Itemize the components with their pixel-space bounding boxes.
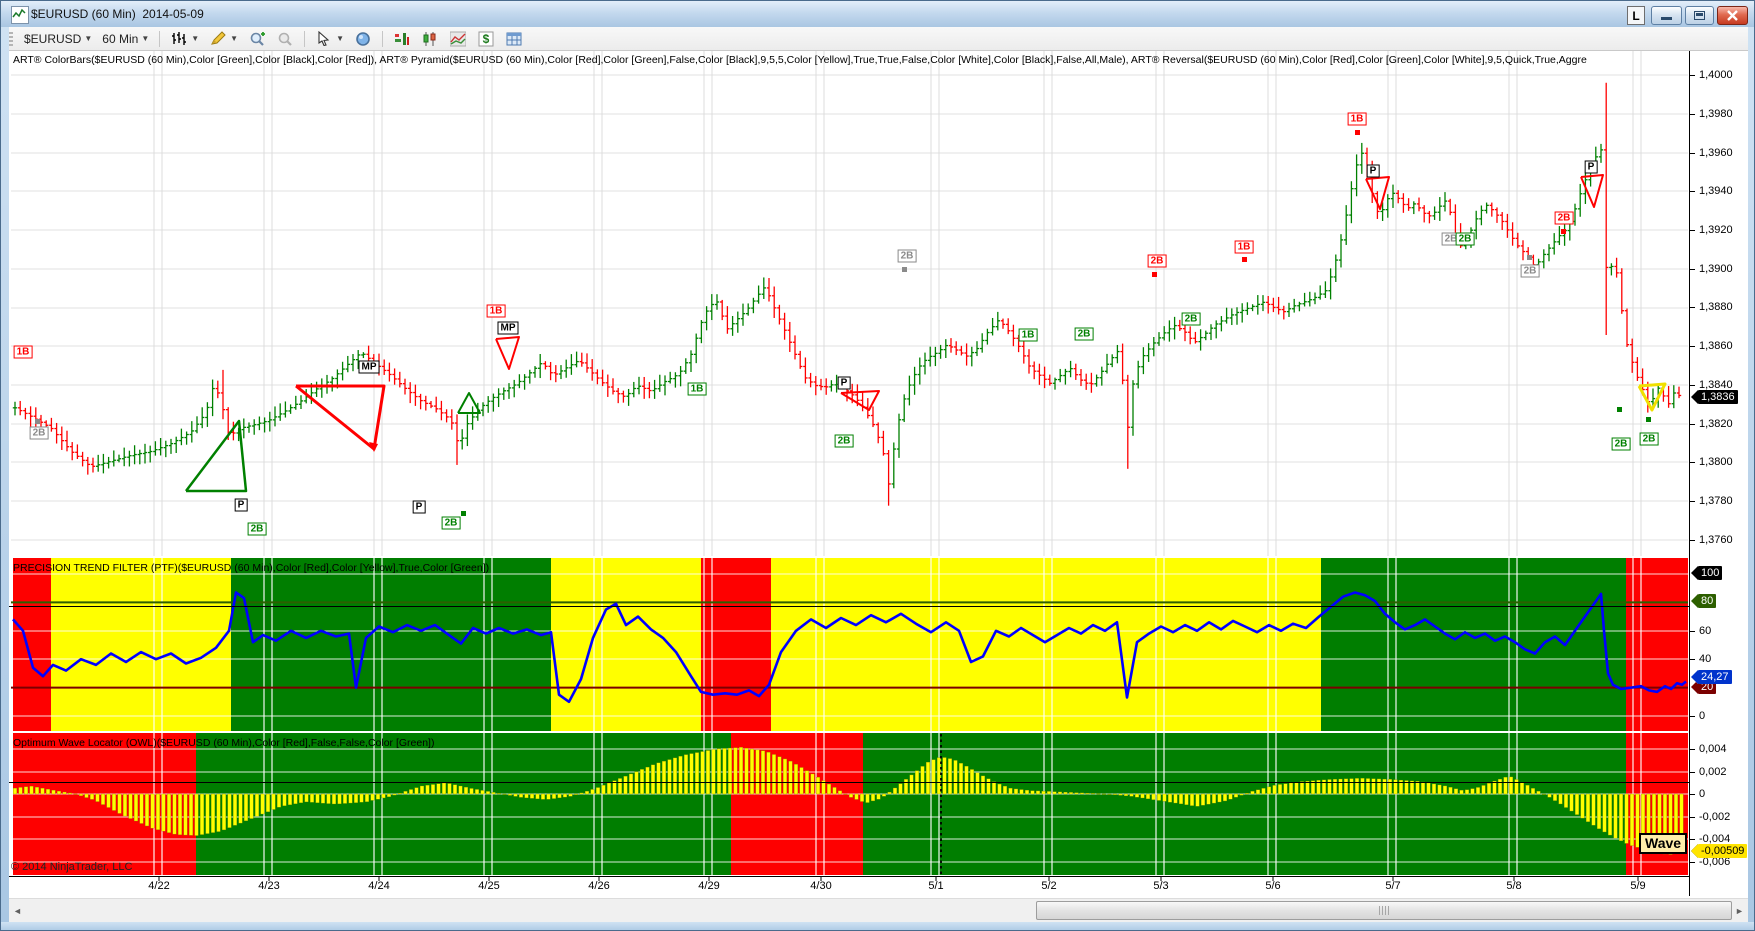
date-axis-label: 4/22 [148, 880, 169, 892]
date-axis-label: 5/7 [1385, 880, 1400, 892]
pencil-icon [209, 30, 227, 47]
owl-axis-label: 0 [1699, 788, 1705, 800]
price-axis-label: 1,3780 [1699, 495, 1733, 507]
price-axis-label: 1,3980 [1699, 108, 1733, 120]
owl-axis-label: -0,002 [1699, 811, 1730, 823]
ptf-level-tag: 80 [1698, 594, 1716, 608]
chevron-down-icon: ▼ [84, 34, 92, 43]
crosshair-button[interactable] [349, 28, 377, 49]
date-axis-label: 4/26 [588, 880, 609, 892]
price-axis-label: 1,3820 [1699, 418, 1733, 430]
chevron-down-icon: ▼ [230, 34, 238, 43]
toolbar-separator [382, 31, 383, 47]
last-price-tag: 1,3836 [1698, 390, 1738, 404]
window-title: $EURUSD (60 Min) 2014-05-09 [31, 7, 204, 21]
date-axis-label: 5/3 [1153, 880, 1168, 892]
wave-label: Wave [1639, 833, 1687, 854]
ptf-value-tag: 24,27 [1698, 670, 1732, 684]
indicators-button[interactable] [388, 28, 416, 49]
account-button[interactable]: $ [472, 28, 500, 49]
window-frame-right [1748, 27, 1755, 922]
magnifier-icon [354, 30, 372, 47]
date-axis-label: 5/2 [1041, 880, 1056, 892]
price-axis-label: 1,3940 [1699, 185, 1733, 197]
chart-area: 1B2BP2BMPP2B1BMP1BP2B2B1B2B2B2B1B1BP2B2B… [9, 51, 1748, 896]
zoom-in-icon [248, 30, 266, 47]
owl-axis-label: 0,004 [1699, 743, 1727, 755]
bar-style-icon [170, 30, 188, 47]
scrollbar-thumb[interactable] [1036, 901, 1732, 920]
date-axis-label: 5/8 [1506, 880, 1521, 892]
window-frame-bottom [1, 922, 1755, 931]
maximize-button[interactable] [1685, 6, 1714, 25]
minimize-button[interactable] [1651, 6, 1682, 25]
zoom-out-button[interactable] [271, 28, 299, 49]
date-axis-label: 5/1 [928, 880, 943, 892]
svg-text:$: $ [483, 32, 490, 46]
price-axis-label: 1,3900 [1699, 263, 1733, 275]
window-frame-left [1, 27, 9, 922]
dollar-icon: $ [477, 30, 495, 47]
interval-selector[interactable]: 60 Min▼ [97, 30, 154, 48]
price-axis[interactable]: 1,4000 1,3980 1,3960 1,3940 1,3920 1,3900 1,38… [1689, 51, 1748, 896]
date-axis-label: 4/23 [258, 880, 279, 892]
link-button[interactable]: L [1627, 6, 1645, 25]
chevron-down-icon: ▼ [141, 34, 149, 43]
date-axis-label: 5/9 [1630, 880, 1645, 892]
horizontal-scrollbar[interactable]: ◄ ► [9, 898, 1748, 923]
chart-window: $EURUSD (60 Min) 2014-05-09 L $EURUSD▼ 6… [0, 0, 1755, 931]
zoom-out-icon [276, 30, 294, 47]
chart-plot[interactable] [11, 51, 1688, 896]
toolbar-separator [159, 31, 160, 47]
date-axis-label: 4/29 [698, 880, 719, 892]
ptf-axis-label: 0 [1699, 710, 1705, 722]
owl-axis-label: 0,002 [1699, 766, 1727, 778]
data-grid-button[interactable] [500, 28, 528, 49]
date-axis[interactable]: 4/22 4/23 4/24 4/25 4/26 4/29 4/30 5/1 5/2 5/3 5/6… [9, 877, 1689, 896]
instrument-selector[interactable]: $EURUSD▼ [19, 30, 97, 48]
price-axis-label: 1,3960 [1699, 147, 1733, 159]
title-bar[interactable]: $EURUSD (60 Min) 2014-05-09 L [1, 1, 1755, 28]
line-chart-icon [449, 30, 467, 47]
indicator-bars-icon [393, 30, 411, 47]
table-icon [505, 30, 523, 47]
toolbar: $EURUSD▼ 60 Min▼ ▼ ▼ ▼ [1, 27, 1755, 51]
cursor-button[interactable]: ▼ [310, 28, 349, 49]
chart-style-button[interactable]: ▼ [165, 28, 204, 49]
panel-divider[interactable] [9, 606, 1748, 607]
price-axis-label: 1,3880 [1699, 301, 1733, 313]
chart-window-icon [11, 6, 29, 24]
owl-value-tag: -0,00509 [1698, 844, 1747, 858]
price-axis-label: 1,3800 [1699, 456, 1733, 468]
price-axis-label: 1,3920 [1699, 224, 1733, 236]
price-axis-label: 1,4000 [1699, 69, 1733, 81]
date-axis-label: 4/24 [368, 880, 389, 892]
line-chart-button[interactable] [444, 28, 472, 49]
ptf-axis-label: 60 [1699, 625, 1711, 637]
cursor-arrow-icon [315, 30, 333, 47]
draw-button[interactable]: ▼ [204, 28, 243, 49]
panel-divider[interactable] [9, 782, 1748, 783]
chart-type-button[interactable] [416, 28, 444, 49]
scroll-right-arrow-icon[interactable]: ► [1731, 902, 1748, 920]
toolbar-grip[interactable] [9, 32, 13, 46]
price-axis-label: 1,3760 [1699, 534, 1733, 546]
close-button[interactable] [1717, 6, 1748, 25]
date-axis-label: 5/6 [1265, 880, 1280, 892]
date-axis-label: 4/30 [810, 880, 831, 892]
candlestick-icon [421, 30, 439, 47]
chevron-down-icon: ▼ [336, 34, 344, 43]
ptf-axis-label: 40 [1699, 653, 1711, 665]
zoom-in-button[interactable] [243, 28, 271, 49]
ptf-level-tag: 100 [1698, 566, 1722, 580]
chevron-down-icon: ▼ [191, 34, 199, 43]
scroll-left-arrow-icon[interactable]: ◄ [9, 902, 26, 920]
price-axis-label: 1,3860 [1699, 340, 1733, 352]
toolbar-separator [304, 31, 305, 47]
date-axis-label: 4/25 [478, 880, 499, 892]
